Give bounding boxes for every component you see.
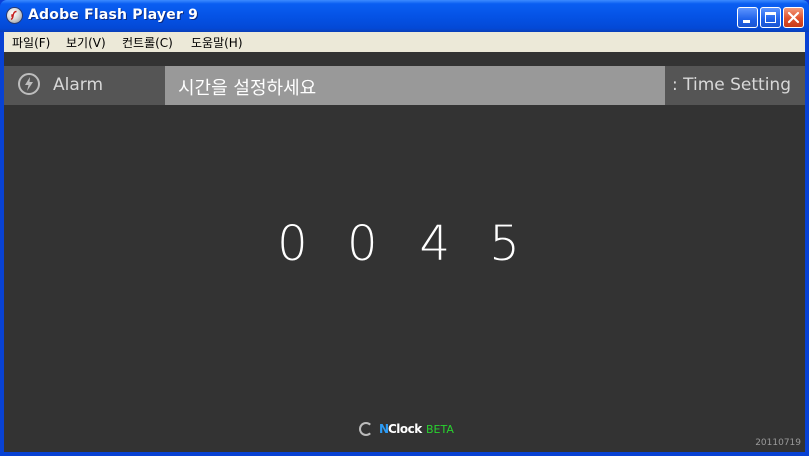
prompt-text: 시간을 설정하세요 (178, 78, 317, 99)
menu-bar: 파일(F) 보기(V) 컨트롤(C) 도움말(H) (4, 32, 805, 52)
logo-beta: BETA (426, 423, 454, 436)
menu-control[interactable]: 컨트롤(C) (122, 34, 173, 51)
flash-player-window: Adobe Flash Player 9 파일(F) 보기(V) 컨트롤(C) … (0, 0, 809, 456)
menu-help[interactable]: 도움말(H) (191, 34, 243, 51)
flash-player-icon (7, 8, 22, 23)
minimize-button[interactable] (737, 7, 758, 28)
logo-clock: Clock (388, 422, 422, 436)
time-display: 0 0 4 5 (4, 216, 805, 272)
close-icon (787, 11, 800, 24)
minimize-icon (743, 20, 750, 23)
menu-file[interactable]: 파일(F) (12, 34, 50, 51)
close-button[interactable] (783, 7, 804, 28)
minutes-digits[interactable]: 4 5 (420, 216, 532, 272)
title-bar[interactable]: Adobe Flash Player 9 (0, 0, 809, 32)
spinner-icon (359, 422, 373, 436)
maximize-button[interactable] (760, 7, 781, 28)
header-bar: Alarm 시간을 설정하세요 : Time Setting (4, 66, 805, 105)
hours-digits[interactable]: 0 0 (277, 216, 389, 272)
maximize-icon (765, 12, 776, 23)
build-number: 20110719 (755, 438, 801, 448)
alarm-label: Alarm (53, 75, 104, 95)
window-title: Adobe Flash Player 9 (28, 7, 199, 23)
menu-view[interactable]: 보기(V) (66, 34, 106, 51)
lightning-bolt-icon (18, 73, 40, 95)
mode-label: : Time Setting (671, 75, 791, 95)
mode-bar: : Time Setting (665, 66, 805, 105)
flash-content-area: Alarm 시간을 설정하세요 : Time Setting 0 04 5 N … (4, 52, 805, 452)
prompt-bar: 시간을 설정하세요 (165, 66, 665, 105)
alarm-tab[interactable]: Alarm (4, 66, 165, 105)
